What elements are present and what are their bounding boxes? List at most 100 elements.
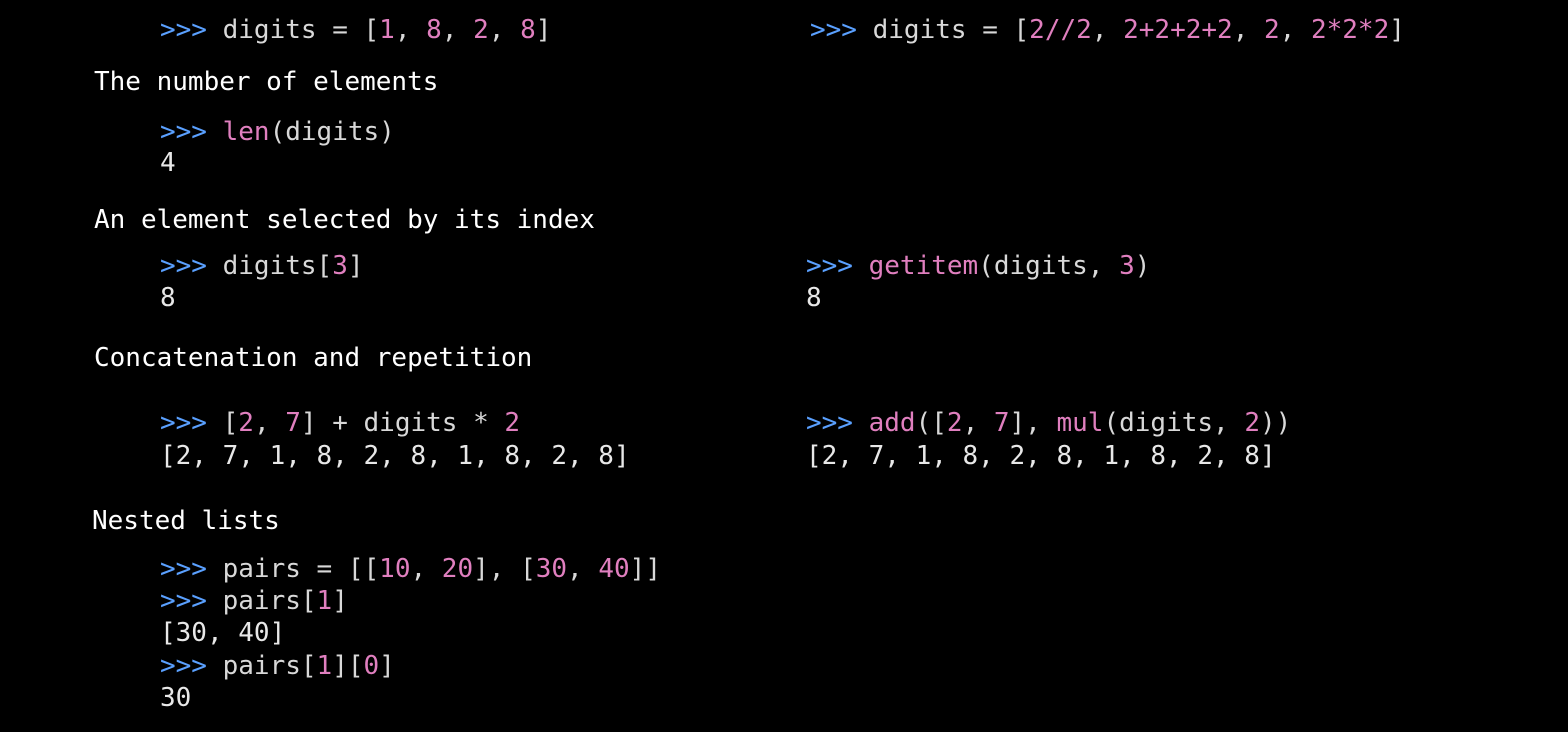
code-token: pairs[ <box>222 651 317 681</box>
line-index-call: >>> digits[3] <box>160 250 364 282</box>
code-token: ] <box>347 251 364 281</box>
line-index-output: 8 <box>160 282 176 314</box>
prompt-token: >>> <box>160 586 223 616</box>
heading-text: The number of elements <box>94 67 439 97</box>
code-token: ] <box>1389 15 1405 45</box>
slide: { "colors": { "background": "#000000", "… <box>0 0 1568 732</box>
heading-text: Concatenation and repetition <box>94 343 533 373</box>
code-token: pairs[ <box>222 586 317 616</box>
literal-token: 1 <box>379 15 395 45</box>
line-pairs-nested-call: >>> pairs[1][0] <box>160 650 395 682</box>
code-token: , <box>1279 15 1311 45</box>
literal-token: 3 <box>332 251 348 281</box>
heading-text: Nested lists <box>92 506 280 536</box>
function-name-token: mul <box>1056 408 1104 438</box>
code-token: (digits) <box>269 117 395 147</box>
prompt-token: >>> <box>810 15 873 45</box>
literal-token: 2//2 <box>1029 15 1092 45</box>
function-name-token: add <box>868 408 916 438</box>
prompt-token: >>> <box>806 251 869 281</box>
output-text: [30, 40] <box>160 618 286 648</box>
code-token: , <box>394 15 427 45</box>
output-text: 4 <box>160 148 176 178</box>
output-text: [2, 7, 1, 8, 2, 8, 1, 8, 2, 8] <box>160 441 630 471</box>
code-token: [ <box>222 408 239 438</box>
literal-token: 10 <box>379 554 411 584</box>
code-token: ], <box>1009 408 1057 438</box>
output-text: 30 <box>160 683 192 713</box>
heading-nested-lists: Nested lists <box>92 505 280 537</box>
code-token: (digits, <box>1103 408 1245 438</box>
code-token: , <box>488 15 521 45</box>
literal-token: 7 <box>285 408 301 438</box>
code-token: , <box>567 554 599 584</box>
code-token: , <box>441 15 474 45</box>
prompt-token: >>> <box>160 251 223 281</box>
line-len-call: >>> len(digits) <box>160 116 395 148</box>
line-concat-call: >>> [2, 7] + digits * 2 <box>160 407 520 439</box>
line-getitem-call: >>> getitem(digits, 3) <box>806 250 1150 282</box>
line-concat-output: [2, 7, 1, 8, 2, 8, 1, 8, 2, 8] <box>160 440 630 472</box>
prompt-token: >>> <box>160 554 223 584</box>
code-token: ]] <box>629 554 661 584</box>
literal-token: 2 <box>1244 408 1261 438</box>
prompt-token: >>> <box>160 651 223 681</box>
literal-token: 0 <box>363 651 380 681</box>
code-token: (digits, <box>978 251 1120 281</box>
code-token: ) <box>1134 251 1151 281</box>
literal-token: 8 <box>426 15 442 45</box>
literal-token: 2 <box>238 408 254 438</box>
literal-token: 7 <box>993 408 1010 438</box>
literal-token: 20 <box>441 554 474 584</box>
literal-token: 30 <box>535 554 568 584</box>
code-token: , <box>1091 15 1124 45</box>
code-token: )) <box>1260 408 1292 438</box>
literal-token: 2 <box>473 15 489 45</box>
heading-text: An element selected by its index <box>94 205 595 235</box>
code-token: digits = [ <box>872 15 1030 45</box>
code-token: ] + digits * <box>300 408 505 438</box>
code-token: , <box>962 408 994 438</box>
prompt-token: >>> <box>160 117 223 147</box>
line-pairs-index-output: [30, 40] <box>160 617 285 649</box>
line-getitem-output: 8 <box>806 282 822 314</box>
code-token: digits = [ <box>222 15 380 45</box>
literal-token: 3 <box>1119 251 1135 281</box>
literal-token: 8 <box>520 15 536 45</box>
line-digits-def-right: >>> digits = [2//2, 2+2+2+2, 2, 2*2*2] <box>810 14 1405 46</box>
code-token: ], [ <box>473 554 536 584</box>
line-pairs-nested-output: 30 <box>160 682 191 714</box>
code-token: , <box>410 554 442 584</box>
literal-token: 40 <box>598 554 630 584</box>
literal-token: 2 <box>504 408 521 438</box>
line-len-output: 4 <box>160 147 176 179</box>
function-name-token: getitem <box>868 251 979 281</box>
code-token: ] <box>332 586 348 616</box>
code-token: ] <box>379 651 395 681</box>
output-text: [2, 7, 1, 8, 2, 8, 1, 8, 2, 8] <box>806 441 1276 471</box>
heading-concat-repetition: Concatenation and repetition <box>94 342 532 374</box>
line-add-mul-output: [2, 7, 1, 8, 2, 8, 1, 8, 2, 8] <box>806 440 1276 472</box>
code-token: ][ <box>332 651 364 681</box>
literal-token: 1 <box>316 651 333 681</box>
heading-number-of-elements: The number of elements <box>94 66 438 98</box>
code-token: ] <box>535 15 552 45</box>
line-pairs-index-call: >>> pairs[1] <box>160 585 348 617</box>
line-pairs-def: >>> pairs = [[10, 20], [30, 40]] <box>160 553 661 585</box>
line-digits-def-left: >>> digits = [1, 8, 2, 8] <box>160 14 551 46</box>
code-token: , <box>253 408 286 438</box>
literal-token: 2*2*2 <box>1310 15 1390 45</box>
output-text: 8 <box>160 283 176 313</box>
line-add-mul-call: >>> add([2, 7], mul(digits, 2)) <box>806 407 1291 439</box>
prompt-token: >>> <box>806 408 869 438</box>
literal-token: 1 <box>316 586 333 616</box>
literal-token: 2 <box>1264 15 1280 45</box>
code-token: , <box>1232 15 1264 45</box>
prompt-token: >>> <box>160 408 223 438</box>
literal-token: 2 <box>946 408 963 438</box>
code-token: ([ <box>915 408 947 438</box>
output-text: 8 <box>806 283 822 313</box>
heading-element-by-index: An element selected by its index <box>94 204 595 236</box>
code-token: digits[ <box>222 251 333 281</box>
prompt-token: >>> <box>160 15 223 45</box>
